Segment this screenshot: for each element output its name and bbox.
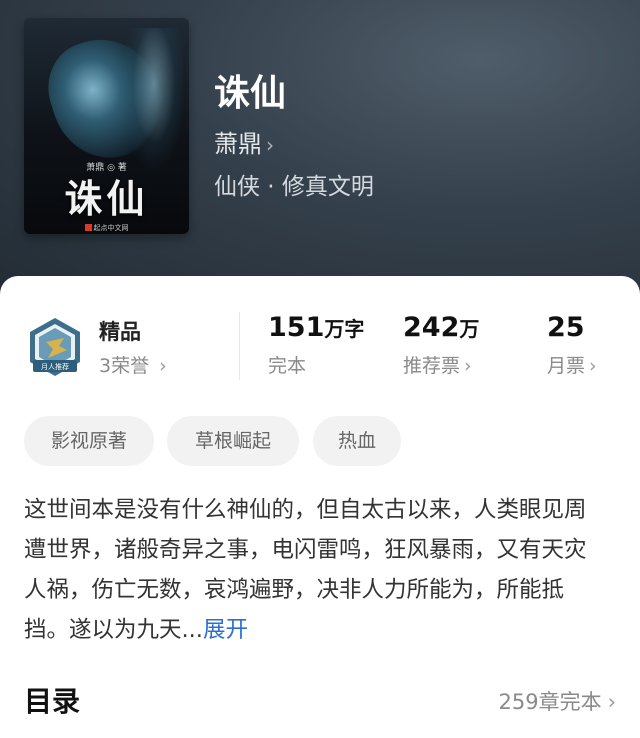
toc-title: 目录 — [24, 685, 81, 718]
tag-chip[interactable]: 影视原著 — [24, 416, 154, 466]
stat-recommend-votes[interactable]: 242万 推荐票 › — [403, 312, 479, 378]
tag-chip[interactable]: 热血 — [313, 416, 401, 466]
author-link[interactable]: 萧鼎 › — [214, 124, 274, 159]
publisher-logo-icon — [84, 224, 92, 231]
divider — [239, 312, 240, 380]
honor-link[interactable]: 3荣誉 › — [99, 351, 167, 378]
book-genre[interactable]: 仙侠 · 修真文明 — [214, 167, 374, 201]
chevron-right-icon: › — [589, 355, 597, 377]
stat-label: 月票 › — [547, 355, 597, 377]
stat-word-count: 151万字 完本 — [268, 312, 365, 377]
stat-monthly-votes[interactable]: 25 月票 › — [547, 312, 597, 378]
cover-publisher: 起点中文网 — [24, 223, 189, 233]
stat-label: 完本 — [268, 355, 307, 377]
book-title: 诛仙 — [214, 73, 287, 114]
chevron-right-icon: › — [159, 355, 167, 377]
book-info-card: 月人推荐 精品 3荣誉 › 151万字 完本 242万 推荐票 › 25 月票 › 影… — [0, 276, 640, 738]
honor-title: 精品 — [99, 320, 141, 344]
book-header: 萧鼎 ◎ 著 诛仙 起点中文网 诛仙 萧鼎 › 仙侠 · 修真文明 — [0, 0, 640, 300]
svg-text:月人推荐: 月人推荐 — [41, 362, 69, 371]
stat-label: 推荐票 › — [403, 355, 472, 377]
expand-link[interactable]: 展开 — [203, 617, 248, 643]
honor-badge-icon[interactable]: 月人推荐 — [24, 316, 86, 378]
tag-chip[interactable]: 草根崛起 — [167, 416, 299, 466]
book-description[interactable]: 这世间本是没有什么神仙的，但自太古以来，人类眼见周遭世界，诸般奇异之事，电闪雷鸣… — [24, 490, 604, 650]
book-cover[interactable]: 萧鼎 ◎ 著 诛仙 起点中文网 — [24, 18, 189, 234]
cover-title: 诛仙 — [64, 176, 149, 221]
toc-link[interactable]: 259章完本 › — [499, 686, 617, 716]
chevron-right-icon: › — [607, 690, 616, 714]
chevron-right-icon: › — [266, 133, 274, 157]
author-name: 萧鼎 — [214, 130, 262, 158]
chevron-right-icon: › — [464, 355, 472, 377]
cover-art-glow — [124, 28, 184, 168]
